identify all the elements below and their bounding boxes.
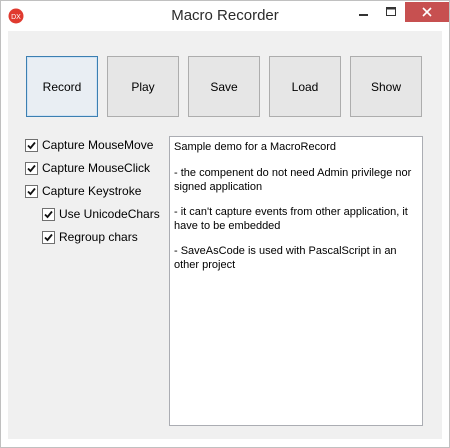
- checkbox-label: Regroup chars: [59, 230, 138, 244]
- regroup-chars-checkbox[interactable]: Regroup chars: [42, 229, 138, 245]
- checkbox-label: Capture MouseMove: [42, 138, 154, 152]
- show-button[interactable]: Show: [350, 56, 422, 117]
- check-icon: [27, 187, 36, 195]
- record-button[interactable]: Record: [26, 56, 98, 117]
- checkbox-box: [42, 207, 55, 221]
- minimize-icon: [359, 14, 368, 16]
- checkbox-box: [25, 184, 38, 198]
- minimize-button[interactable]: [351, 2, 377, 22]
- capture-mousemove-checkbox[interactable]: Capture MouseMove: [25, 137, 153, 153]
- checkbox-label: Use UnicodeChars: [59, 207, 160, 221]
- capture-keystroke-checkbox[interactable]: Capture Keystroke: [25, 183, 141, 199]
- log-memo[interactable]: Sample demo for a MacroRecord - the comp…: [169, 136, 423, 426]
- play-button[interactable]: Play: [107, 56, 179, 117]
- capture-mouseclick-checkbox[interactable]: Capture MouseClick: [25, 160, 150, 176]
- memo-line: - the compenent do not need Admin privil…: [174, 167, 412, 193]
- memo-line: - SaveAsCode is used with PascalScript i…: [174, 245, 397, 271]
- checkbox-label: Capture Keystroke: [42, 184, 142, 198]
- check-icon: [27, 141, 36, 149]
- save-button[interactable]: Save: [188, 56, 260, 117]
- memo-line: Sample demo for a MacroRecord: [174, 141, 337, 153]
- checkbox-box: [25, 138, 38, 152]
- title-bar[interactable]: DX Macro Recorder: [1, 1, 449, 31]
- close-button[interactable]: [405, 2, 449, 22]
- maximize-icon: [386, 7, 396, 16]
- load-button[interactable]: Load: [269, 56, 341, 117]
- checkbox-box: [42, 230, 55, 244]
- use-unicodechars-checkbox[interactable]: Use UnicodeChars: [42, 206, 160, 222]
- maximize-button[interactable]: [378, 2, 404, 22]
- checkbox-box: [25, 161, 38, 175]
- memo-line: - it can't capture events from other app…: [174, 206, 408, 232]
- close-icon: [422, 7, 432, 17]
- check-icon: [27, 164, 36, 172]
- check-icon: [44, 233, 53, 241]
- client-area: Record Play Save Load Show Capture Mouse…: [8, 31, 442, 439]
- main-window: DX Macro Recorder Record Play Save Load …: [0, 0, 450, 448]
- checkbox-label: Capture MouseClick: [42, 161, 151, 175]
- check-icon: [44, 210, 53, 218]
